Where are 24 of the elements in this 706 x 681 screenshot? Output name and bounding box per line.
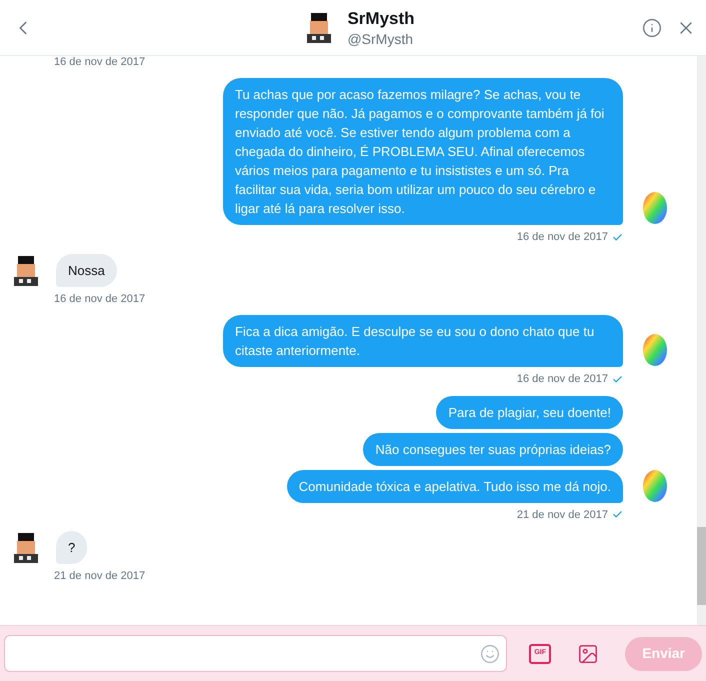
message-bubble: Para de plagiar, seu doente! [436,396,623,428]
message-input[interactable] [4,635,508,672]
profile-handle: @SrMysth [347,30,414,48]
message-bubble: ? [56,531,88,564]
message-bubble: Comunidade tóxica e apelativa. Tudo isso me dá nojo. [286,470,623,502]
message-bubble: Nossa [56,254,117,286]
image-icon[interactable] [577,642,600,664]
scrollbar[interactable] [697,56,706,625]
message-bubble: Tu achas que por acaso fazemos milagre? Se achas, vou te responder que não. Já pagamos e o comprovante também já foi enviado até você. Se estiver tendo algum problema com a chegada do dinheiro, É PROBLEMA SEU. Afinal oferecemos vários meios para pagamento e tu insististes e um só. Pra facilitar sua vida, seria bom utilizar um pouco do seu cérebro e ligar até lá para resolver isso. [223,78,623,225]
message-bubble: Não consegues ter suas próprias ideias? [363,432,623,466]
emoji-icon[interactable] [480,644,500,664]
avatar-icon [641,468,669,502]
message-bubble: Fica a dica amigão. E desculpe se eu sou o dono chato que tu citaste anteriormente. [223,315,623,367]
info-button[interactable] [642,18,662,38]
message-date: 16 de nov de 2017 [54,56,146,68]
message-date: 16 de nov de 2017 [516,230,608,245]
message-date: 16 de nov de 2017 [516,372,608,387]
avatar-icon [641,191,669,225]
avatar-icon [641,333,669,367]
message-date: 21 de nov de 2017 [516,508,608,522]
profile-name: SrMysth [347,8,415,30]
info-icon [642,18,662,38]
message-date: 16 de nov de 2017 [54,292,146,306]
message-date: 21 de nov de 2017 [54,569,146,584]
